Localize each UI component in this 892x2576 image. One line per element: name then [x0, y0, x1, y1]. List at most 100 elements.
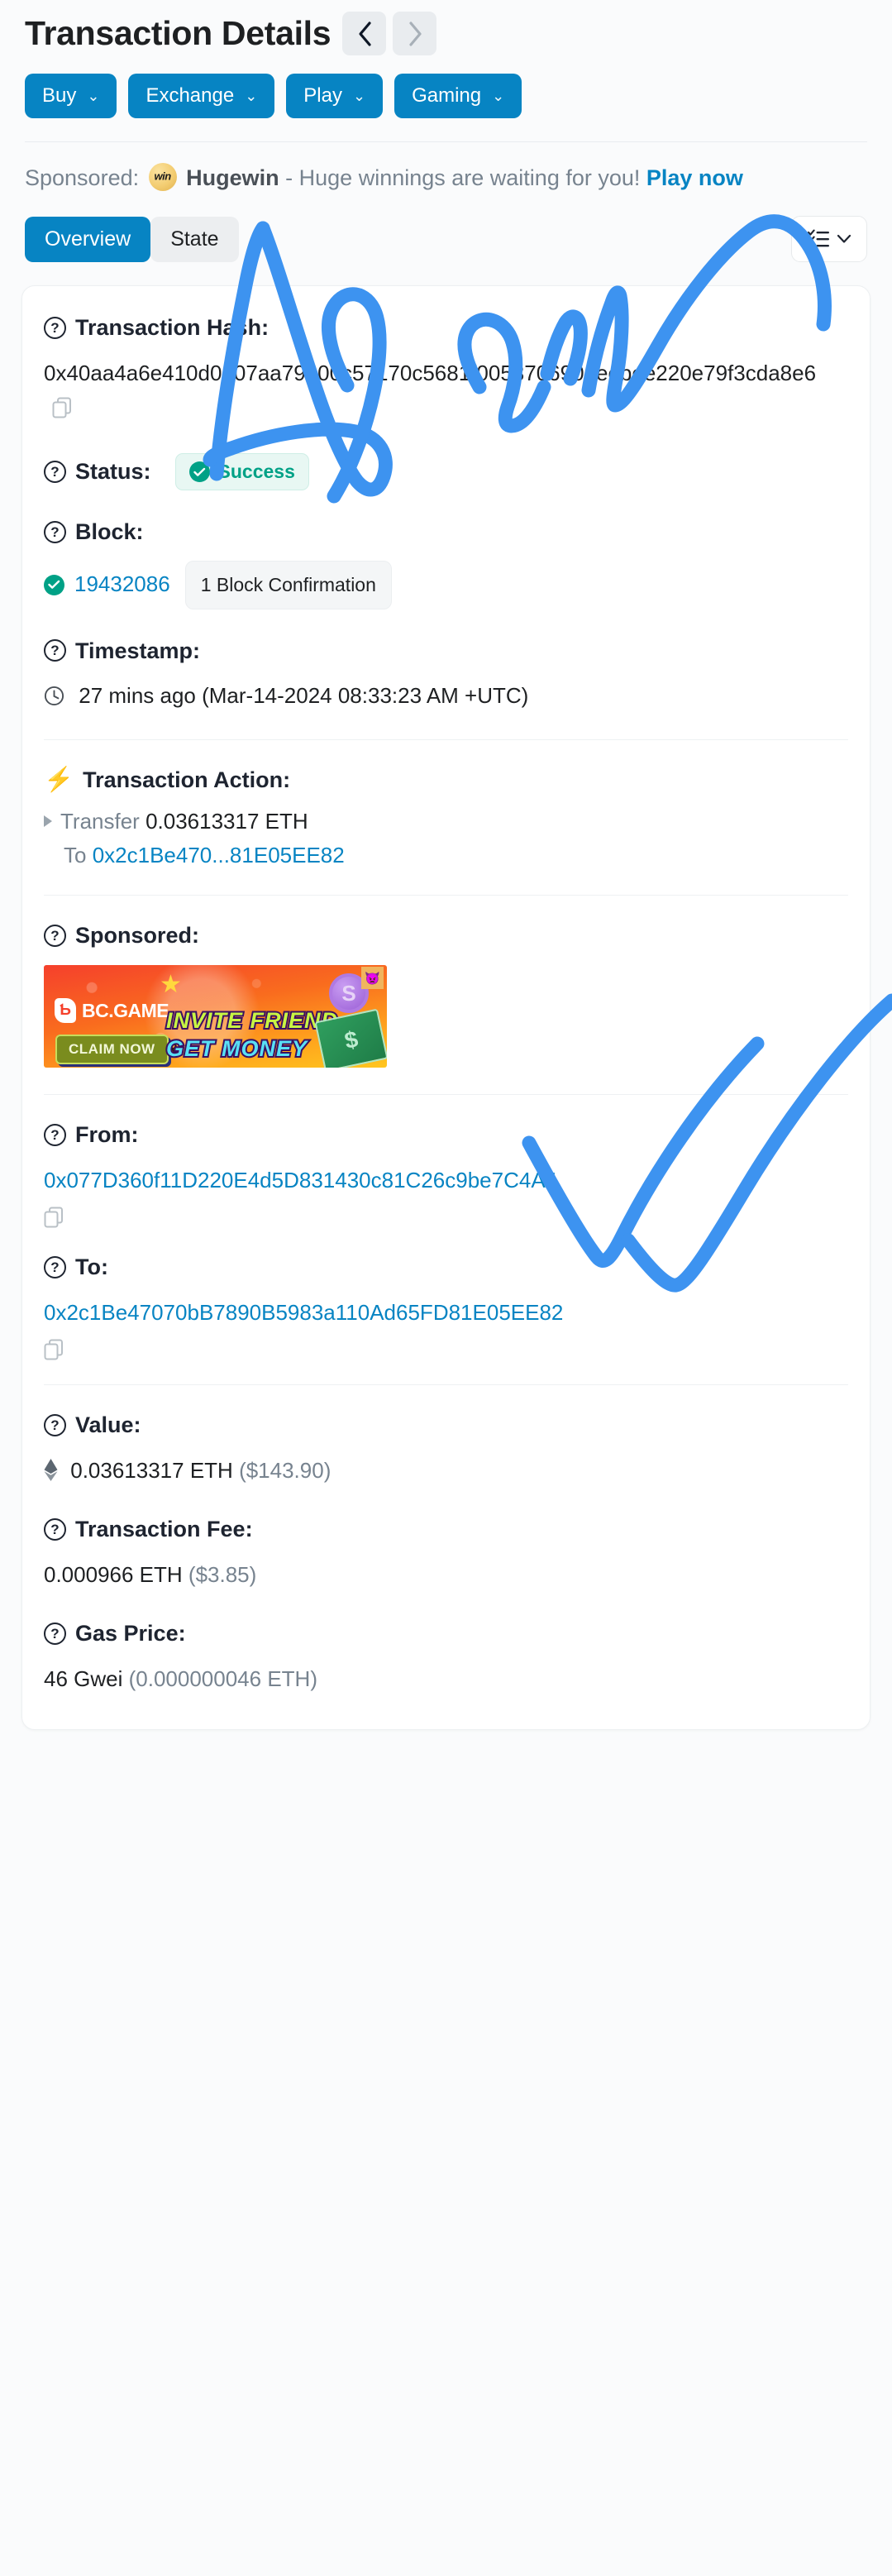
block-label-row: ? Block: — [44, 519, 848, 545]
transaction-hash-value-wrap: 0x40aa4a6e410d0607aa79a00c57170c5681f005… — [44, 356, 848, 425]
block-number-link[interactable]: 19432086 — [74, 567, 170, 602]
tab-state[interactable]: State — [150, 216, 239, 262]
tab-overview[interactable]: Overview — [25, 216, 151, 262]
status-label-row: ? Status: Success — [44, 452, 848, 491]
banner-brand-name: BC.GAME — [82, 999, 169, 1021]
help-icon[interactable]: ? — [44, 1123, 66, 1146]
chevron-down-icon: ⌄ — [492, 88, 505, 104]
to-label: To: — [75, 1255, 108, 1280]
block-label: Block: — [75, 519, 144, 545]
row-value: ? Value: 0.03613317 ETH ($143.90) — [44, 1412, 848, 1488]
nav-arrows — [342, 12, 437, 55]
timestamp-label: Timestamp: — [75, 638, 201, 663]
row-transaction-fee: ? Transaction Fee: 0.000966 ETH ($3.85) — [44, 1516, 848, 1592]
row-from: ? From: 0x077D360f11D220E4d5D831430c81C2… — [44, 1121, 848, 1228]
help-icon[interactable]: ? — [44, 461, 66, 484]
value-eth: 0.03613317 ETH — [70, 1457, 233, 1483]
sponsored-body-text: - Huge winnings are waiting for you! — [285, 165, 641, 190]
block-confirmed-icon — [44, 574, 64, 595]
timestamp-value-row: 27 mins ago (Mar-14-2024 08:33:23 AM +UT… — [44, 679, 848, 714]
chevron-down-icon: ⌄ — [245, 88, 258, 104]
value-label: Value: — [75, 1412, 141, 1438]
divider — [44, 1384, 848, 1386]
banner-claim-now-button[interactable]: CLAIM NOW — [55, 1035, 169, 1065]
divider — [44, 894, 848, 896]
sponsored-label: Sponsored: — [75, 922, 200, 948]
from-label: From: — [75, 1122, 139, 1148]
exchange-label: Exchange — [145, 84, 235, 107]
row-transaction-hash: ? Transaction Hash: 0x40aa4a6e410d0607aa… — [44, 314, 848, 425]
quick-action-buttons: Buy ⌄ Exchange ⌄ Play ⌄ Gaming ⌄ — [25, 74, 867, 118]
transaction-hash-label: Transaction Hash: — [75, 315, 270, 341]
page-title: Transaction Details — [25, 13, 332, 52]
from-value-row: 0x077D360f11D220E4d5D831430c81C26c9be7C4… — [44, 1164, 848, 1228]
transaction-action-label-row: ⚡ Transaction Action: — [44, 767, 848, 793]
row-block: ? Block: 19432086 1 Block Confirmation — [44, 519, 848, 609]
copy-glyph — [44, 1339, 63, 1360]
transaction-action-verb: Transfer — [60, 808, 140, 834]
transaction-fee-usd: ($3.85) — [188, 1561, 257, 1587]
transaction-fee-value-row: 0.000966 ETH ($3.85) — [44, 1558, 848, 1593]
banner-brand: Ƅ BC.GAME — [55, 998, 169, 1024]
transaction-fee-label: Transaction Fee: — [75, 1517, 253, 1542]
more-options-dropdown[interactable] — [791, 216, 867, 263]
help-icon[interactable]: ? — [44, 1413, 66, 1436]
transaction-details-card: ? Transaction Hash: 0x40aa4a6e410d0607aa… — [21, 285, 871, 1731]
buy-dropdown-button[interactable]: Buy ⌄ — [25, 74, 117, 118]
help-icon[interactable]: ? — [44, 1622, 66, 1645]
transaction-fee-label-row: ? Transaction Fee: — [44, 1516, 848, 1542]
gas-price-value-row: 46 Gwei (0.000000046 ETH) — [44, 1662, 848, 1697]
divider — [44, 1094, 848, 1096]
transaction-hash-value: 0x40aa4a6e410d0607aa79a00c57170c5681f005… — [44, 360, 817, 385]
copy-icon[interactable] — [52, 394, 72, 418]
help-icon[interactable]: ? — [44, 521, 66, 543]
prev-transaction-button[interactable] — [342, 12, 387, 55]
help-icon[interactable]: ? — [44, 924, 66, 947]
ethereum-icon — [44, 1458, 58, 1481]
lightning-bolt-icon: ⚡ — [44, 767, 74, 794]
expand-triangle-icon[interactable] — [44, 815, 52, 827]
to-address-link[interactable]: 0x2c1Be47070bB7890B5983a110Ad65FD81E05EE… — [44, 1300, 563, 1325]
row-timestamp: ? Timestamp: 27 mins ago (Mar-14-2024 08… — [44, 638, 848, 714]
sponsor-play-now-link[interactable]: Play now — [646, 165, 743, 190]
title-row: Transaction Details — [25, 12, 867, 55]
chevron-left-icon — [359, 21, 371, 46]
help-icon[interactable]: ? — [44, 639, 66, 662]
copy-glyph — [52, 397, 71, 418]
sponsor-brand-name: Hugewin — [186, 165, 279, 190]
divider — [44, 739, 848, 741]
transaction-action-label: Transaction Action: — [83, 767, 291, 793]
status-label: Status: — [75, 459, 151, 485]
block-value-row: 19432086 1 Block Confirmation — [44, 560, 848, 609]
row-to: ? To: 0x2c1Be47070bB7890B5983a110Ad65FD8… — [44, 1254, 848, 1360]
transaction-fee-eth: 0.000966 ETH — [44, 1561, 183, 1587]
sponsored-label-row: ? Sponsored: — [44, 922, 848, 949]
row-gas-price: ? Gas Price: 46 Gwei (0.000000046 ETH) — [44, 1620, 848, 1696]
row-status: ? Status: Success — [44, 452, 848, 491]
transaction-details-page: Transaction Details Buy ⌄ Exchange ⌄ Pla… — [0, 0, 892, 2576]
block-confirmation-badge: 1 Block Confirmation — [184, 560, 392, 609]
gaming-dropdown-button[interactable]: Gaming ⌄ — [394, 74, 522, 118]
gas-price-label-row: ? Gas Price: — [44, 1620, 848, 1646]
page-header: Transaction Details Buy ⌄ Exchange ⌄ Pla… — [0, 0, 892, 118]
banner-ad-badge-icon: 👿 — [361, 967, 384, 990]
value-usd: ($143.90) — [239, 1457, 332, 1483]
timestamp-label-row: ? Timestamp: — [44, 638, 848, 664]
copy-icon[interactable] — [44, 1204, 64, 1228]
next-transaction-button[interactable] — [393, 12, 437, 55]
help-icon[interactable]: ? — [44, 316, 66, 339]
from-address-link[interactable]: 0x077D360f11D220E4d5D831430c81C26c9be7C4… — [44, 1168, 557, 1192]
help-icon[interactable]: ? — [44, 1517, 66, 1541]
sponsored-banner-bcgame[interactable]: ★ ★ Ƅ BC.GAME CLAIM NOW INVITE FRIEND & … — [44, 965, 387, 1068]
exchange-dropdown-button[interactable]: Exchange ⌄ — [128, 74, 275, 118]
play-dropdown-button[interactable]: Play ⌄ — [286, 74, 384, 118]
check-circle-icon — [188, 461, 210, 483]
transaction-action-to-link[interactable]: 0x2c1Be470...81E05EE82 — [93, 843, 345, 867]
chevron-down-icon — [837, 235, 851, 243]
copy-icon[interactable] — [44, 1336, 64, 1360]
bcgame-logo-icon: Ƅ — [55, 998, 76, 1024]
help-icon[interactable]: ? — [44, 1255, 66, 1278]
transaction-action-line2: To 0x2c1Be470...81E05EE82 — [44, 843, 848, 868]
status-badge: Success — [174, 452, 309, 491]
checklist-icon — [807, 229, 829, 248]
